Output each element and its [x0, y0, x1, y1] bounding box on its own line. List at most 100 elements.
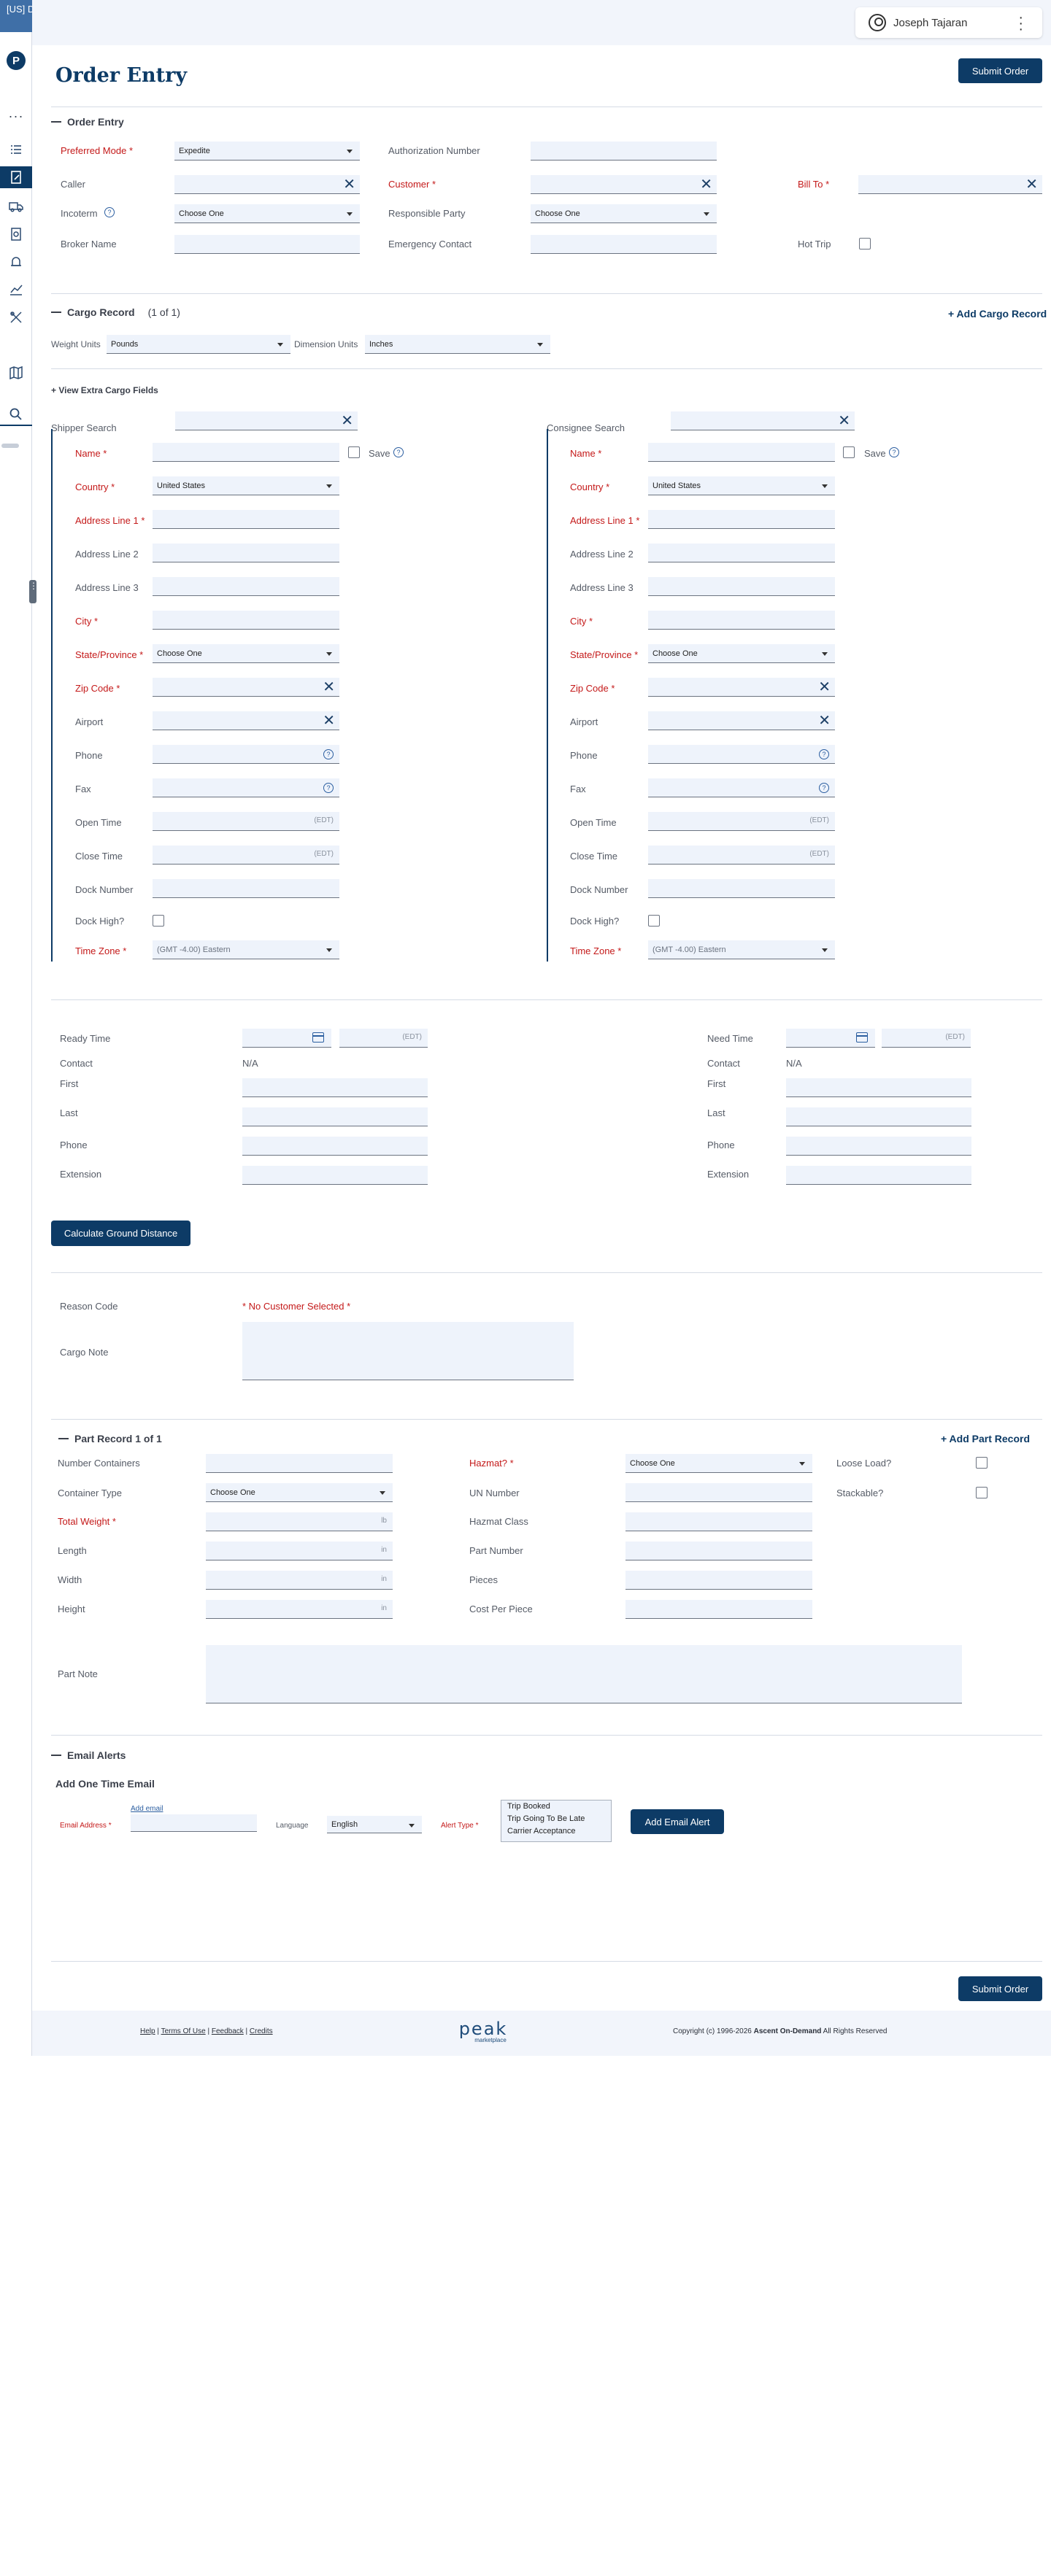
ready-date-input[interactable] — [242, 1029, 331, 1048]
clear-icon[interactable]: ✕ — [341, 414, 353, 428]
weight-units-select[interactable]: Pounds — [107, 335, 290, 354]
shipper-address2-input[interactable] — [153, 544, 339, 562]
shipper-close-time-input[interactable]: (EDT) — [153, 846, 339, 865]
consignee-country-select[interactable]: United States — [648, 476, 835, 495]
shipper-open-time-input[interactable]: (EDT) — [153, 812, 339, 831]
help-icon[interactable]: ? — [323, 749, 334, 759]
consignee-address1-input[interactable] — [648, 510, 835, 529]
feedback-link[interactable]: Feedback — [212, 2027, 244, 2035]
consignee-dock-number-input[interactable] — [648, 879, 835, 898]
order-entry-section-title[interactable]: Order Entry — [51, 116, 124, 128]
alert-option[interactable]: Trip Booked — [501, 1801, 611, 1813]
alert-type-listbox[interactable]: Trip Booked Trip Going To Be Late Carrie… — [501, 1800, 612, 1842]
consignee-contact-phone-input[interactable] — [786, 1137, 971, 1156]
document-search-icon[interactable] — [0, 223, 32, 245]
calculate-ground-distance-button[interactable]: Calculate Ground Distance — [51, 1221, 190, 1246]
consignee-close-time-input[interactable]: (EDT) — [648, 846, 835, 865]
calendar-icon[interactable] — [856, 1032, 868, 1043]
consignee-state-select[interactable]: Choose One — [648, 644, 835, 663]
shipper-fax-input[interactable]: ? — [153, 778, 339, 797]
hazmat-select[interactable]: Choose One — [625, 1454, 812, 1473]
analytics-icon[interactable] — [0, 279, 32, 301]
shipper-time-zone-select[interactable]: (GMT -4.00) Eastern — [153, 940, 339, 959]
view-extra-cargo-fields-toggle[interactable]: + View Extra Cargo Fields — [51, 385, 158, 395]
height-input[interactable]: in — [206, 1600, 393, 1619]
consignee-time-zone-select[interactable]: (GMT -4.00) Eastern — [648, 940, 835, 959]
submit-order-button-top[interactable]: Submit Order — [958, 58, 1042, 83]
shipper-dock-high-checkbox[interactable] — [153, 915, 164, 927]
user-menu[interactable]: Joseph Tajaran · · · — [855, 7, 1042, 38]
need-time-input[interactable]: (EDT) — [882, 1029, 971, 1048]
cost-per-piece-input[interactable] — [625, 1600, 812, 1619]
help-link[interactable]: Help — [140, 2027, 155, 2035]
help-icon[interactable]: ? — [819, 749, 829, 759]
sidebar-collapse-handle[interactable]: ⋮ — [29, 580, 38, 603]
cargo-record-section-title[interactable]: Cargo Record (1 of 1) — [51, 306, 180, 318]
email-alerts-section-title[interactable]: Email Alerts — [51, 1749, 126, 1761]
clear-icon[interactable]: ✕ — [343, 177, 355, 192]
help-icon[interactable]: ? — [104, 207, 115, 217]
shipper-airport-input[interactable]: ✕ — [153, 711, 339, 730]
hazmat-class-input[interactable] — [625, 1512, 812, 1531]
total-weight-input[interactable]: lb — [206, 1512, 393, 1531]
consignee-fax-input[interactable]: ? — [648, 778, 835, 797]
hot-trip-checkbox[interactable] — [859, 238, 871, 250]
consignee-airport-input[interactable]: ✕ — [648, 711, 835, 730]
truck-icon[interactable] — [0, 196, 32, 217]
more-icon[interactable]: ··· — [0, 105, 32, 127]
consignee-save-checkbox[interactable] — [843, 446, 855, 458]
clear-icon[interactable]: ✕ — [700, 177, 712, 192]
bill-to-input[interactable]: ✕ — [858, 175, 1042, 194]
alert-option[interactable]: Carrier Acceptance — [501, 1825, 611, 1838]
email-address-input[interactable] — [131, 1814, 257, 1832]
clear-icon[interactable]: ✕ — [818, 713, 831, 728]
add-part-record-link[interactable]: + Add Part Record — [941, 1433, 1030, 1444]
consignee-city-input[interactable] — [648, 611, 835, 630]
consignee-dock-high-checkbox[interactable] — [648, 915, 660, 927]
help-icon[interactable]: ? — [889, 447, 899, 457]
shipper-contact-phone-input[interactable] — [242, 1137, 428, 1156]
shipper-city-input[interactable] — [153, 611, 339, 630]
part-record-section-title[interactable]: Part Record 1 of 1 — [58, 1433, 162, 1444]
loose-load-checkbox[interactable] — [976, 1457, 988, 1469]
consignee-first-input[interactable] — [786, 1078, 971, 1097]
credits-link[interactable]: Credits — [250, 2027, 273, 2035]
shipper-last-input[interactable] — [242, 1107, 428, 1126]
search-icon[interactable] — [0, 404, 32, 426]
clear-icon[interactable]: ✕ — [818, 680, 831, 695]
app-logo[interactable]: P — [7, 51, 26, 70]
calendar-icon[interactable] — [312, 1032, 324, 1043]
preferred-mode-select[interactable]: Expedite — [174, 142, 360, 160]
list-icon[interactable] — [0, 139, 32, 160]
help-icon[interactable]: ? — [323, 783, 334, 793]
consignee-address2-input[interactable] — [648, 544, 835, 562]
add-cargo-record-link[interactable]: + Add Cargo Record — [948, 308, 1047, 320]
order-entry-icon[interactable] — [0, 166, 32, 188]
consignee-address3-input[interactable] — [648, 577, 835, 596]
incoterm-select[interactable]: Choose One — [174, 204, 360, 223]
shipper-address3-input[interactable] — [153, 577, 339, 596]
submit-order-button-bottom[interactable]: Submit Order — [958, 1976, 1042, 2001]
consignee-extension-input[interactable] — [786, 1166, 971, 1185]
add-email-alert-button[interactable]: Add Email Alert — [631, 1809, 724, 1834]
shipper-name-input[interactable] — [153, 443, 339, 462]
clear-icon[interactable]: ✕ — [323, 680, 335, 695]
need-date-input[interactable] — [786, 1029, 875, 1048]
kebab-menu-icon[interactable]: · · · — [1018, 10, 1023, 36]
terms-link[interactable]: Terms Of Use — [161, 2027, 206, 2035]
shipper-state-select[interactable]: Choose One — [153, 644, 339, 663]
consignee-last-input[interactable] — [786, 1107, 971, 1126]
shipper-phone-input[interactable]: ? — [153, 745, 339, 764]
shipper-dock-number-input[interactable] — [153, 879, 339, 898]
shipper-address1-input[interactable] — [153, 510, 339, 529]
container-type-select[interactable]: Choose One — [206, 1483, 393, 1502]
cargo-note-textarea[interactable] — [242, 1322, 574, 1380]
authorization-number-input[interactable] — [531, 142, 717, 160]
shipper-search-input[interactable]: ✕ — [175, 411, 358, 430]
emergency-contact-input[interactable] — [531, 235, 717, 254]
consignee-name-input[interactable] — [648, 443, 835, 462]
caller-input[interactable]: ✕ — [174, 175, 360, 194]
help-icon[interactable]: ? — [819, 783, 829, 793]
shipper-zip-input[interactable]: ✕ — [153, 678, 339, 697]
width-input[interactable]: in — [206, 1571, 393, 1590]
